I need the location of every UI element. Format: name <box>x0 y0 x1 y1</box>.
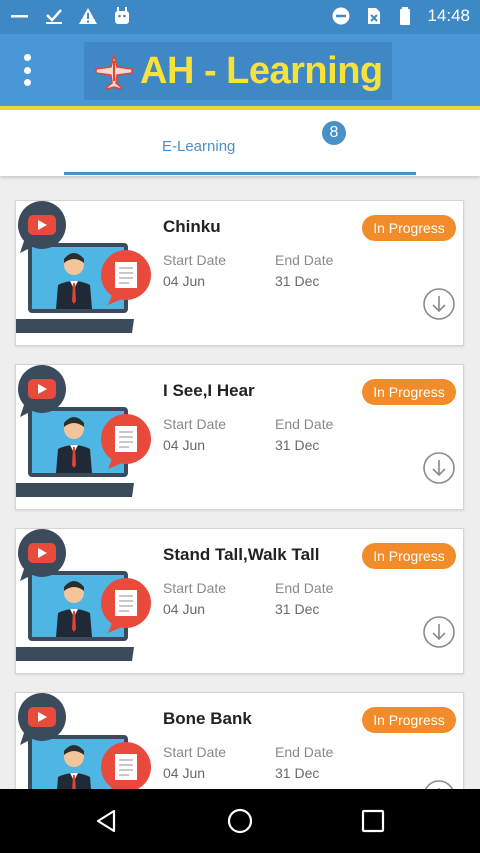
back-icon[interactable] <box>93 807 121 835</box>
end-date-label: End Date <box>275 252 334 268</box>
start-date-value: 04 Jun <box>163 765 206 781</box>
start-date-value: 04 Jun <box>163 273 206 289</box>
course-card[interactable]: Stand Tall,Walk Tall In Progress Start Dat… <box>15 528 464 674</box>
end-date-value: 31 Dec <box>275 273 320 289</box>
tab-e-learning[interactable]: E-Learning <box>162 138 235 155</box>
status-time: 14:48 <box>427 6 470 25</box>
start-date-value: 04 Jun <box>163 601 206 617</box>
system-icons: 14:48 <box>331 6 470 26</box>
airplane-logo-icon <box>95 54 133 90</box>
android-icon <box>115 7 129 24</box>
start-date-label: Start Date <box>163 744 227 760</box>
status-badge: In Progress <box>362 379 456 405</box>
course-title: Stand Tall,Walk Tall <box>163 545 320 564</box>
end-date-value: 31 Dec <box>275 765 320 781</box>
status-badge: In Progress <box>362 543 456 569</box>
course-card[interactable]: Chinku In Progress Start Date End Date 04 Ju… <box>15 200 464 346</box>
course-title: I See,I Hear <box>163 381 255 400</box>
notification-icons <box>10 6 132 26</box>
course-card[interactable]: I See,I Hear In Progress Start Date End Dat… <box>15 364 464 510</box>
dash-icon <box>11 15 28 18</box>
end-date-value: 31 Dec <box>275 437 320 453</box>
download-icon[interactable] <box>422 451 456 485</box>
tab-bar: E-Learning 8 <box>0 110 480 176</box>
do-not-disturb-icon <box>332 7 350 25</box>
tab-count-badge: 8 <box>322 121 346 145</box>
course-thumbnail <box>16 529 152 673</box>
course-thumbnail <box>16 365 152 509</box>
app-logo: AH - Learning <box>84 42 392 100</box>
end-date-label: End Date <box>275 580 334 596</box>
download-icon[interactable] <box>422 287 456 321</box>
status-bar: 14:48 <box>0 0 480 34</box>
checkmark-icon <box>46 9 62 24</box>
course-thumbnail <box>16 201 152 345</box>
start-date-label: Start Date <box>163 416 227 432</box>
battery-icon <box>400 7 411 25</box>
status-badge: In Progress <box>362 707 456 733</box>
course-title: Chinku <box>163 217 221 236</box>
start-date-value: 04 Jun <box>163 437 206 453</box>
start-date-label: Start Date <box>163 252 227 268</box>
end-date-value: 31 Dec <box>275 601 320 617</box>
app-title: AH - Learning <box>140 49 383 92</box>
end-date-label: End Date <box>275 744 334 760</box>
status-badge: In Progress <box>362 215 456 241</box>
app-bar: AH - Learning <box>0 34 480 106</box>
start-date-label: Start Date <box>163 580 227 596</box>
course-title: Bone Bank <box>163 709 252 728</box>
home-icon[interactable] <box>226 807 254 835</box>
warning-icon <box>79 8 97 24</box>
download-icon[interactable] <box>422 615 456 649</box>
no-sim-icon <box>368 8 381 24</box>
tab-indicator <box>64 172 416 175</box>
more-vert-icon[interactable] <box>16 50 38 90</box>
recents-icon[interactable] <box>359 807 387 835</box>
navigation-bar <box>0 789 480 853</box>
end-date-label: End Date <box>275 416 334 432</box>
